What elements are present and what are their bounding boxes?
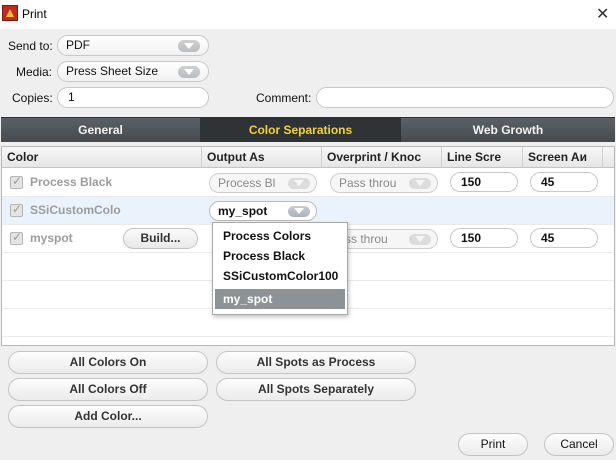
cancel-button[interactable]: Cancel	[544, 433, 614, 456]
media-value: Press Sheet Size	[66, 64, 159, 78]
dropdown-option[interactable]: SSiCustomColor100	[215, 266, 345, 286]
table-header: Color Output As Overprint / Knoc Line Sc…	[2, 147, 614, 168]
all-spots-separately-button[interactable]: All Spots Separately	[216, 378, 416, 401]
screen-angle-field[interactable]: 45	[530, 172, 598, 192]
color-name: myspot	[30, 231, 73, 245]
overprint-select[interactable]: Pass throu	[330, 173, 438, 193]
tab-general[interactable]: General	[1, 118, 201, 142]
output-as-dropdown: Process Colors Process Black SSiCustomCo…	[212, 222, 348, 315]
output-as-value: Process Bl	[218, 176, 276, 190]
row-checkbox[interactable]	[10, 230, 23, 245]
dropdown-option[interactable]: Process Colors	[215, 226, 345, 246]
build-button[interactable]: Build...	[123, 228, 198, 249]
add-color-button[interactable]: Add Color...	[8, 405, 208, 428]
send-to-value: PDF	[66, 38, 90, 52]
column-header-screen-angle[interactable]: Screen Aи	[523, 147, 603, 168]
comment-label: Comment:	[256, 91, 312, 105]
output-as-select[interactable]: my_spot	[209, 201, 317, 221]
dropdown-option[interactable]: Process Black	[215, 246, 345, 266]
tab-web-growth[interactable]: Web Growth	[401, 118, 615, 142]
overprint-value: ss throu	[345, 232, 388, 246]
screen-angle-field[interactable]: 45	[530, 228, 598, 248]
row-checkbox[interactable]	[10, 174, 23, 189]
line-screen-field[interactable]: 150	[450, 172, 518, 192]
print-button[interactable]: Print	[458, 433, 528, 456]
overprint-value: Pass throu	[339, 176, 397, 190]
chevron-down-icon	[409, 178, 431, 189]
all-spots-as-process-button[interactable]: All Spots as Process	[216, 351, 416, 374]
copies-label: Copies:	[12, 91, 53, 105]
dropdown-option-selected[interactable]: my_spot	[215, 289, 345, 309]
table-row[interactable]: Process Black Process Bl Pass throu 150 …	[2, 169, 614, 197]
app-icon	[2, 5, 18, 21]
column-header-overprint[interactable]: Overprint / Knoc	[322, 147, 442, 168]
output-as-value: my_spot	[218, 204, 268, 218]
chevron-down-icon	[409, 234, 431, 245]
tab-bar: General Color Separations Web Growth	[1, 117, 615, 142]
column-header-line-screen[interactable]: Line Scre	[442, 147, 523, 168]
media-select[interactable]: Press Sheet Size	[57, 61, 209, 82]
output-as-select[interactable]: Process Bl	[209, 173, 317, 193]
chevron-down-icon	[288, 206, 310, 217]
table-row[interactable]: SSiCustomColo my_spot	[2, 197, 614, 225]
chevron-down-icon	[178, 66, 200, 78]
send-to-label: Send to:	[8, 39, 53, 53]
column-header-output-as[interactable]: Output As	[202, 147, 322, 168]
copies-field[interactable]: 1	[57, 87, 209, 108]
close-icon[interactable]: ✕	[596, 4, 609, 24]
column-header-color[interactable]: Color	[2, 147, 202, 168]
all-colors-off-button[interactable]: All Colors Off	[8, 378, 208, 401]
tab-color-separations[interactable]: Color Separations	[201, 118, 401, 142]
color-name: SSiCustomColo	[30, 203, 121, 217]
window-title: Print	[22, 7, 47, 21]
comment-field[interactable]	[316, 87, 614, 108]
line-screen-field[interactable]: 150	[450, 228, 518, 248]
row-checkbox[interactable]	[10, 202, 23, 217]
color-name: Process Black	[30, 175, 113, 189]
media-label: Media:	[16, 65, 53, 79]
send-to-select[interactable]: PDF	[57, 35, 209, 56]
all-colors-on-button[interactable]: All Colors On	[8, 351, 208, 374]
title-bar: Print ✕	[0, 0, 616, 29]
chevron-down-icon	[288, 178, 310, 189]
chevron-down-icon	[178, 40, 200, 52]
